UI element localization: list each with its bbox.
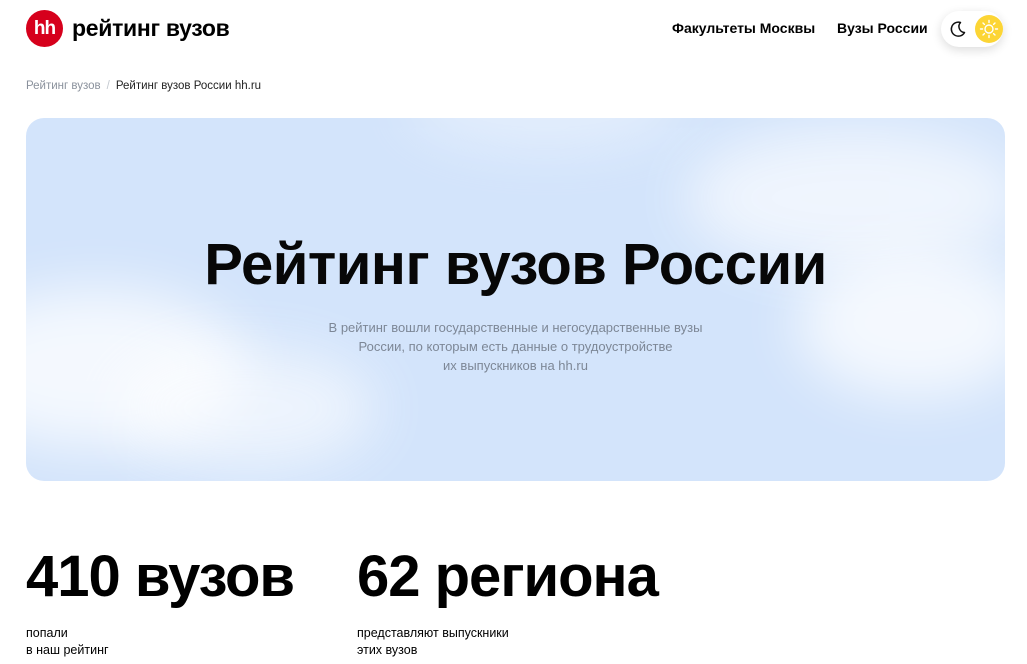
breadcrumb: Рейтинг вузов / Рейтинг вузов России hh.… [26,80,261,92]
stat-caption-line: представляют выпускники [357,626,509,640]
stat-caption: представляют выпускники этих вузов [357,625,658,659]
stat-value: 410 вузов [26,544,295,609]
sun-icon[interactable] [975,15,1003,43]
hero-subtitle-line: В рейтинг вошли государственные и негосу… [328,320,703,335]
page-title: Рейтинг вузов России [204,232,827,297]
breadcrumb-current: Рейтинг вузов России hh.ru [115,80,262,92]
stat-caption-line: попали [26,626,68,640]
theme-toggle[interactable] [941,11,1003,47]
stat-caption-line: в наш рейтинг [26,643,109,657]
site-header: hh рейтинг вузов Факультеты Москвы Вузы … [0,0,1027,58]
hero-subtitle: В рейтинг вошли государственные и негосу… [310,318,721,375]
stat-caption-line: этих вузов [357,643,418,657]
moon-icon[interactable] [948,19,968,39]
stat-caption: попали в наш рейтинг [26,625,294,659]
hh-logo: hh [26,10,63,47]
logo-link[interactable]: hh рейтинг вузов [26,10,230,47]
hero-subtitle-line: России, по которым есть данные о трудоус… [358,339,673,354]
nav-moscow-faculties[interactable]: Факультеты Москвы [672,20,815,36]
stat-universities: 410 вузов попали в наш рейтинг [26,544,295,659]
breadcrumb-separator: / [106,80,110,92]
breadcrumb-link-rating[interactable]: Рейтинг вузов [26,80,101,92]
hero-cloud-decoration [406,118,686,148]
site-title: рейтинг вузов [72,15,230,41]
hero-subtitle-line: их выпускников на hh.ru [443,358,588,373]
hero-banner: Рейтинг вузов России В рейтинг вошли гос… [26,118,1005,481]
stat-value: 62 региона [357,544,659,609]
nav-russia-universities[interactable]: Вузы России [837,20,928,36]
stat-regions: 62 региона представляют выпускники этих … [357,544,659,659]
